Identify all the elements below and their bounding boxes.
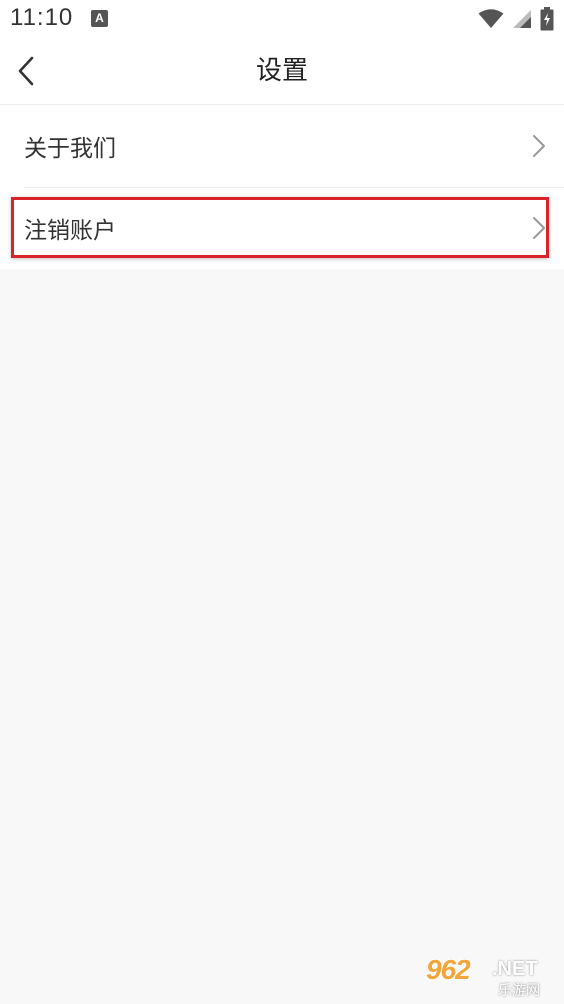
chevron-right-icon: [533, 217, 545, 239]
settings-list: 关于我们 注销账户: [0, 105, 564, 269]
watermark-text: 乐游网: [498, 983, 540, 999]
a-icon: A: [91, 10, 108, 27]
settings-item-label: 注销账户: [24, 218, 116, 244]
settings-item-delete-account[interactable]: 注销账户: [0, 187, 564, 269]
watermark-logo: 962 .NET 乐游网: [426, 954, 556, 999]
wifi-icon: [478, 9, 504, 28]
chevron-right-icon: [533, 135, 545, 157]
settings-item-about-us[interactable]: 关于我们: [0, 105, 564, 187]
chevron-left-icon: [18, 56, 34, 86]
status-bar: 11:10 A: [0, 0, 564, 38]
nav-bar: 设置: [0, 38, 564, 105]
battery-icon: [540, 7, 554, 31]
settings-item-label: 关于我们: [24, 136, 116, 162]
signal-icon: [513, 10, 531, 28]
watermark-number: 962: [426, 954, 471, 985]
status-time: 11:10: [10, 4, 74, 31]
status-icons: [478, 7, 554, 31]
page-title: 设置: [255, 56, 308, 86]
watermark-domain: .NET: [492, 958, 538, 980]
back-button[interactable]: [6, 51, 46, 91]
